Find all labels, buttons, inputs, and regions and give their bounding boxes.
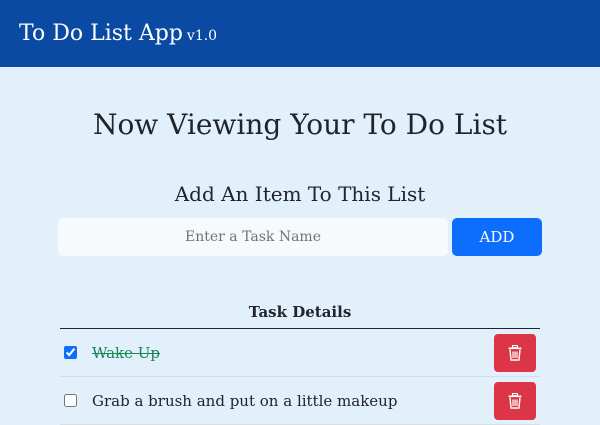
trash-icon	[508, 393, 522, 409]
task-name: Wake Up	[92, 343, 161, 362]
task-table: Task Details Wake Up Grab a brush and pu…	[60, 300, 540, 425]
task-complete-checkbox[interactable]	[64, 394, 77, 407]
app-brand[interactable]: To Do List App v1.0	[19, 21, 217, 46]
task-name-input[interactable]	[58, 218, 448, 256]
add-button[interactable]: ADD	[452, 218, 542, 256]
delete-task-button[interactable]	[494, 334, 536, 372]
task-details-header: Task Details	[60, 300, 540, 329]
app-title: To Do List App	[19, 21, 183, 46]
navbar: To Do List App v1.0	[0, 0, 600, 67]
delete-task-button[interactable]	[494, 382, 536, 420]
page-title: Now Viewing Your To Do List	[92, 108, 508, 141]
task-row: Grab a brush and put on a little makeup	[60, 377, 540, 425]
app-version: v1.0	[186, 28, 218, 44]
trash-icon	[508, 345, 522, 361]
task-complete-checkbox[interactable]	[64, 346, 77, 359]
task-name: Grab a brush and put on a little makeup	[92, 391, 398, 410]
add-item-heading: Add An Item To This List	[174, 182, 426, 206]
task-row: Wake Up	[60, 329, 540, 377]
